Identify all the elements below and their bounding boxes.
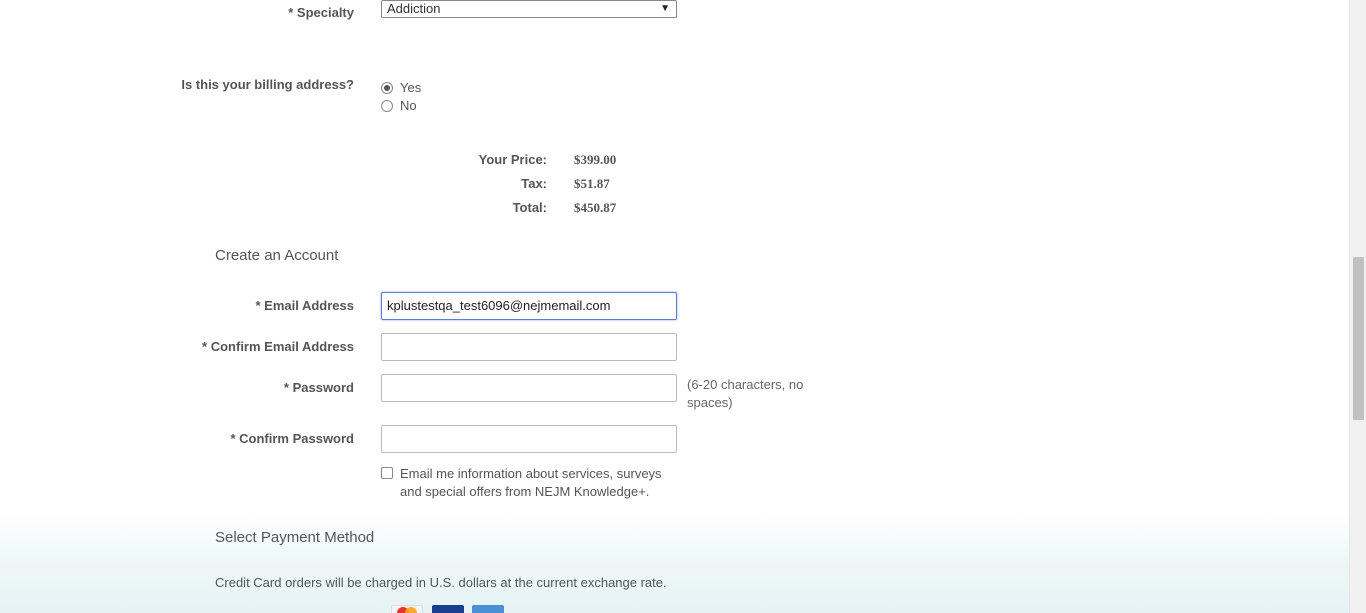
email-label: * Email Address bbox=[255, 298, 354, 313]
billing-no-option[interactable]: No bbox=[381, 98, 417, 113]
your-price-value: $399.00 bbox=[574, 152, 617, 167]
exchange-rate-note: Credit Card orders will be charged in U.… bbox=[215, 575, 667, 590]
specialty-select-value: Addiction bbox=[387, 1, 441, 16]
specialty-label: * Specialty bbox=[288, 5, 354, 20]
opt-in-checkbox[interactable] bbox=[381, 467, 393, 479]
checkout-page: * Specialty Addiction ▼ Is this your bil… bbox=[0, 0, 1349, 613]
amex-icon[interactable] bbox=[472, 605, 504, 613]
your-price-label: Your Price: bbox=[478, 152, 547, 167]
password-label: * Password bbox=[283, 380, 354, 395]
password-hint: (6-20 characters, no spaces) bbox=[687, 377, 804, 410]
create-account-heading: Create an Account bbox=[215, 247, 339, 264]
billing-yes-option[interactable]: Yes bbox=[381, 80, 421, 95]
billing-address-label: Is this your billing address? bbox=[181, 77, 354, 92]
payment-method-heading: Select Payment Method bbox=[215, 529, 375, 546]
confirm-email-label: * Confirm Email Address bbox=[202, 339, 354, 354]
email-field[interactable]: kplustestqa_test6096@nejmemail.com bbox=[381, 292, 677, 320]
confirm-email-field[interactable] bbox=[381, 333, 677, 361]
billing-yes-label: Yes bbox=[400, 80, 422, 95]
radio-checked-icon[interactable] bbox=[381, 81, 393, 94]
tax-value: $51.87 bbox=[574, 176, 610, 191]
password-field[interactable] bbox=[381, 374, 677, 402]
visa-icon[interactable] bbox=[432, 605, 464, 613]
confirm-password-label: * Confirm Password bbox=[230, 431, 354, 446]
billing-no-label: No bbox=[400, 98, 417, 113]
scrollbar-thumb[interactable] bbox=[1353, 257, 1364, 420]
total-label: Total: bbox=[512, 200, 547, 215]
specialty-select[interactable]: Addiction ▼ bbox=[381, 0, 677, 18]
mastercard-icon[interactable] bbox=[391, 605, 423, 613]
radio-unchecked-icon[interactable] bbox=[381, 99, 393, 112]
dropdown-arrow-icon: ▼ bbox=[660, 3, 670, 14]
opt-in-label: Email me information about services, sur… bbox=[400, 466, 662, 499]
confirm-password-field[interactable] bbox=[381, 425, 677, 453]
total-value: $450.87 bbox=[574, 200, 617, 215]
vertical-scrollbar[interactable] bbox=[1349, 0, 1366, 613]
tax-label: Tax: bbox=[521, 176, 547, 191]
